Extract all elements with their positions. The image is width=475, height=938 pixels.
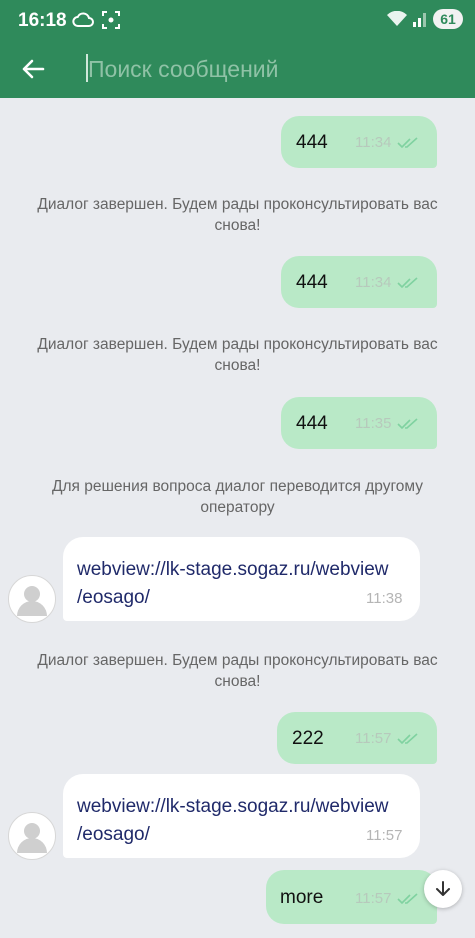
- status-time: 16:18: [18, 10, 67, 31]
- chat-message-list[interactable]: 444 11:34 Диалог завершен. Будем рады пр…: [0, 98, 475, 938]
- incoming-message[interactable]: webview://lk-stage.sogaz.ru/webview /eos…: [63, 537, 420, 621]
- message-text: 444: [296, 132, 328, 153]
- system-message: Диалог завершен. Будем рады проконсульти…: [37, 196, 438, 234]
- outgoing-message[interactable]: 222 11:57: [277, 712, 437, 764]
- status-bar: 16:18 61: [0, 0, 475, 40]
- double-check-icon: [397, 276, 418, 288]
- wifi-icon: [387, 11, 407, 26]
- system-message: Для решения вопроса диалог переводится д…: [52, 478, 423, 516]
- message-time: 11:35: [355, 415, 392, 432]
- message-time: 11:38: [366, 590, 403, 607]
- cloud-icon: [72, 12, 94, 27]
- back-arrow-icon[interactable]: [18, 54, 48, 84]
- outgoing-message[interactable]: 444 11:34: [281, 256, 437, 308]
- system-message: Диалог завершен. Будем рады проконсульти…: [37, 336, 438, 374]
- search-messages-input[interactable]: [88, 54, 438, 84]
- message-text: 444: [296, 413, 328, 434]
- message-link[interactable]: webview://lk-stage.sogaz.ru/webview: [77, 555, 389, 584]
- system-message: Диалог завершен. Будем рады проконсульти…: [37, 652, 438, 690]
- message-time: 11:34: [355, 274, 392, 291]
- operator-avatar: [8, 575, 56, 623]
- user-avatar-icon: [17, 823, 47, 853]
- arrow-down-icon: [436, 881, 450, 896]
- battery-indicator: 61: [433, 9, 463, 29]
- message-link[interactable]: /eosago/: [77, 583, 150, 612]
- operator-avatar: [8, 812, 56, 860]
- outgoing-message[interactable]: 444 11:34: [281, 116, 437, 168]
- message-link[interactable]: /eosago/: [77, 820, 150, 849]
- app-bar: [0, 40, 475, 98]
- message-time: 11:57: [366, 827, 403, 844]
- double-check-icon: [397, 892, 418, 904]
- message-time: 11:57: [355, 890, 392, 907]
- double-check-icon: [397, 136, 418, 148]
- incoming-message[interactable]: webview://lk-stage.sogaz.ru/webview /eos…: [63, 774, 420, 858]
- outgoing-message[interactable]: more 11:57: [266, 870, 437, 924]
- signal-icon: [413, 13, 426, 27]
- message-link[interactable]: webview://lk-stage.sogaz.ru/webview: [77, 792, 389, 821]
- message-time: 11:34: [355, 134, 392, 151]
- user-avatar-icon: [17, 586, 47, 616]
- message-time: 11:57: [355, 730, 392, 747]
- message-text: 444: [296, 272, 328, 293]
- double-check-icon: [397, 417, 418, 429]
- message-text: more: [280, 887, 324, 908]
- message-text: 222: [292, 728, 324, 749]
- screenshot-icon: [102, 11, 120, 29]
- scroll-to-bottom-button[interactable]: [424, 870, 462, 908]
- outgoing-message[interactable]: 444 11:35: [281, 397, 437, 449]
- double-check-icon: [397, 732, 418, 744]
